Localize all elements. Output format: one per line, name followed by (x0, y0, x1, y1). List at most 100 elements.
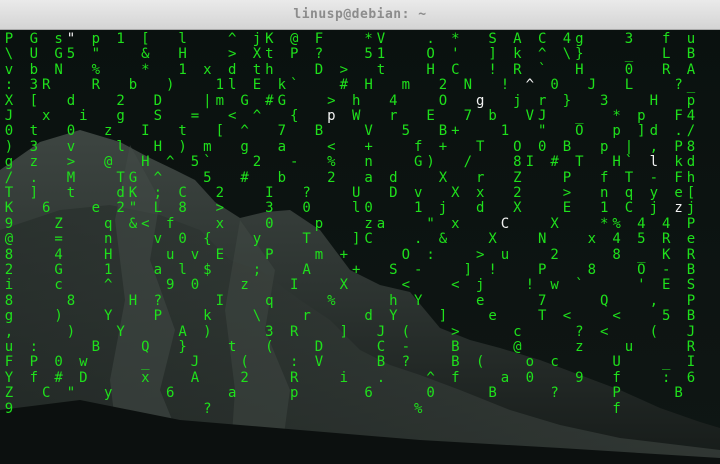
rain-glyph: p (637, 108, 646, 124)
rain-glyph: ` (203, 154, 212, 171)
rain-glyph: v (66, 138, 76, 155)
rain-glyph: h (389, 292, 398, 309)
rain-glyph: * (612, 108, 621, 124)
rain-glyph: T (537, 308, 547, 325)
rain-glyph: d (116, 185, 125, 201)
rain-glyph: y (103, 385, 113, 402)
rain-glyph: _ (575, 108, 584, 124)
rain-glyph: Y (103, 308, 113, 325)
rain-glyph: / (686, 123, 696, 140)
rain-glyph: [ (141, 31, 150, 47)
rain-glyph: 7 (537, 292, 547, 309)
rain-glyph: D (389, 185, 398, 201)
rain-glyph: R (289, 323, 299, 340)
rain-glyph: + (438, 138, 448, 155)
rain-glyph: p (289, 385, 299, 402)
rain-glyph: < (599, 323, 609, 340)
rain-glyph: O (438, 92, 448, 109)
terminal-area[interactable]: P Gs " p 1[l ^ j K @ F * V. * S A C 4 g 3 f u \ U G 5 " & H > Xt P? 5 1 O… (0, 30, 720, 464)
rain-glyph: 1 (413, 200, 423, 217)
rain-glyph: > (562, 185, 572, 201)
rain-glyph: 2 (327, 169, 336, 186)
rain-glyph: ^ (227, 31, 237, 47)
rain-glyph: O (513, 138, 522, 155)
rain-glyph: B (451, 354, 460, 371)
rain-glyph: R (661, 231, 671, 248)
rain-glyph: I (141, 123, 150, 140)
rain-glyph: * (141, 61, 150, 78)
rain-glyph: Y (389, 308, 398, 325)
rain-glyph: i (339, 369, 349, 386)
rain-glyph: 4 (562, 31, 572, 47)
rain-glyph: S (153, 108, 163, 124)
rain-glyph: O (575, 123, 584, 140)
rain-glyph: H (103, 246, 113, 263)
rain-glyph: q (265, 292, 274, 309)
rain-glyph: 8 (178, 200, 187, 217)
rain-glyph: E (252, 77, 262, 94)
rain-glyph: a (153, 262, 163, 278)
rain-glyph: p (314, 215, 324, 232)
rain-glyph: _ (624, 46, 634, 63)
rain-glyph: b (277, 169, 287, 186)
rain-glyph: * (364, 31, 373, 47)
rain-glyph: ` (575, 277, 584, 294)
rain-glyph: p (327, 108, 336, 124)
rain-glyph: g (240, 138, 249, 155)
rain-glyph: f (612, 369, 621, 386)
rain-glyph: d (475, 200, 485, 217)
rain-glyph: j (475, 277, 485, 294)
rain-glyph: < (141, 215, 150, 232)
rain-glyph: ] (339, 323, 349, 340)
rain-glyph: x (587, 231, 597, 248)
rain-glyph: P (289, 46, 299, 63)
rain-glyph: - (401, 339, 411, 355)
rain-glyph: j (686, 200, 696, 217)
rain-glyph: O (401, 246, 411, 263)
rain-glyph: e (91, 200, 101, 217)
rain-glyph: 0 (54, 354, 63, 371)
rain-glyph: * (599, 215, 609, 232)
rain-glyph: m (203, 138, 212, 155)
rain-glyph: ( (265, 339, 274, 355)
rain-glyph: P (265, 246, 274, 263)
rain-glyph: ) (66, 323, 76, 340)
rain-glyph: 3 (29, 77, 39, 94)
rain-glyph: J (686, 323, 696, 340)
rain-glyph: l (116, 138, 125, 155)
rain-glyph: R (289, 369, 299, 386)
titlebar[interactable]: linusp@debian: ~ (0, 0, 720, 30)
rain-glyph: B (686, 46, 696, 63)
rain-glyph: ^ (240, 123, 249, 140)
rain-glyph: 0 (624, 61, 634, 78)
rain-glyph: f (451, 369, 460, 386)
rain-glyph: ? (314, 46, 324, 63)
rain-glyph: W (351, 108, 361, 124)
rain-glyph: r (475, 169, 485, 186)
rain-glyph: T (475, 138, 485, 155)
rain-glyph: $ (203, 262, 212, 278)
rain-glyph: ! (488, 61, 497, 78)
rain-glyph: 3 (265, 200, 274, 217)
rain-glyph: D (153, 92, 163, 109)
rain-glyph: 2 (240, 369, 249, 386)
rain-glyph: ! (525, 277, 535, 294)
rain-glyph: p (612, 123, 621, 140)
rain-glyph: A (686, 61, 696, 78)
rain-glyph: 8 (4, 292, 14, 309)
rain-glyph: & (438, 231, 448, 248)
rain-glyph: H (128, 292, 138, 309)
rain-glyph: v (4, 61, 14, 78)
rain-glyph: ) (426, 154, 435, 171)
rain-glyph: ? (401, 354, 411, 371)
rain-glyph: B (438, 123, 448, 140)
rain-glyph: : (29, 339, 39, 355)
rain-glyph: C (41, 385, 51, 402)
rain-glyph: S (488, 31, 497, 47)
rain-glyph: I (265, 185, 274, 201)
rain-glyph: % (91, 61, 101, 78)
rain-glyph: d (364, 308, 373, 325)
rain-glyph: # (339, 77, 349, 94)
rain-glyph: B (91, 339, 101, 355)
rain-glyph: ^ (525, 77, 535, 94)
